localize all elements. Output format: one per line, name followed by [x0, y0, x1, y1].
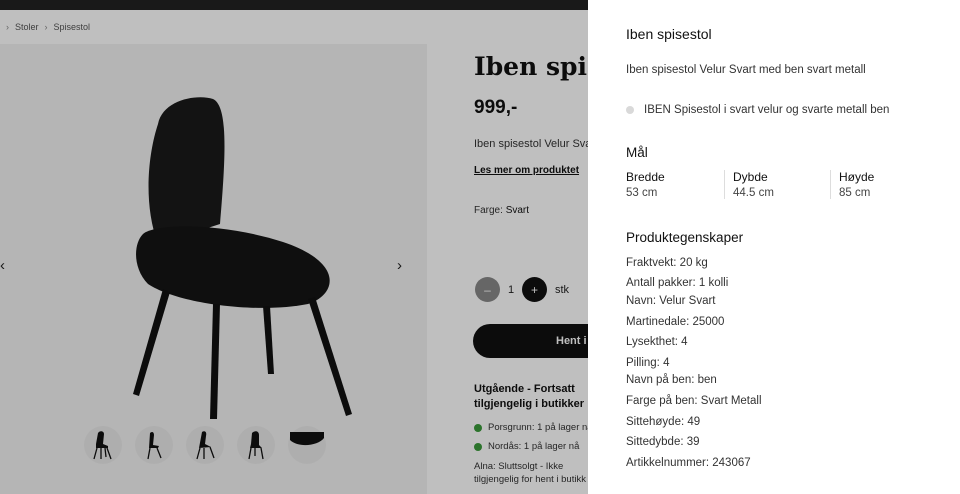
bullet-dot-icon: [626, 106, 634, 114]
modal-backdrop[interactable]: [0, 0, 588, 494]
dimension-depth: Dybde 44.5 cm: [724, 170, 830, 199]
property-item: Lysekthet: 4: [626, 336, 688, 348]
property-item: Farge på ben: Svart Metall: [626, 395, 762, 407]
dimensions-table: Bredde 53 cm Dybde 44.5 cm Høyde 85 cm: [626, 170, 936, 199]
dimension-width: Bredde 53 cm: [626, 170, 724, 199]
property-item: Martinedale: 25000: [626, 316, 725, 328]
product-details-drawer: Iben spisestol Iben spisestol Velur Svar…: [588, 0, 960, 494]
drawer-title: Iben spisestol: [626, 26, 712, 42]
drawer-subtitle: Iben spisestol Velur Svart med ben svart…: [626, 64, 866, 76]
dimension-value: 44.5 cm: [733, 187, 774, 199]
property-item: Sittedybde: 39: [626, 436, 700, 448]
dimension-height: Høyde 85 cm: [830, 170, 936, 199]
property-item: Navn: Velur Svart: [626, 295, 716, 307]
property-item: Navn på ben: ben: [626, 374, 717, 386]
property-item: Antall pakker: 1 kolli: [626, 277, 729, 289]
dimension-label: Høyde: [839, 170, 875, 184]
property-item: Artikkelnummer: 243067: [626, 457, 751, 469]
dimension-value: 53 cm: [626, 187, 658, 199]
properties-heading: Produktegenskaper: [626, 230, 744, 245]
property-item: Fraktvekt: 20 kg: [626, 257, 708, 269]
dimension-label: Dybde: [733, 170, 768, 184]
drawer-bullet: IBEN Spisestol i svart velur og svarte m…: [626, 104, 889, 116]
property-item: Pilling: 4: [626, 357, 670, 369]
dimension-label: Bredde: [626, 170, 665, 184]
drawer-bullet-text: IBEN Spisestol i svart velur og svarte m…: [644, 104, 890, 116]
property-item: Sittehøyde: 49: [626, 416, 701, 428]
dimensions-heading: Mål: [626, 145, 648, 160]
dimension-value: 85 cm: [839, 187, 871, 199]
